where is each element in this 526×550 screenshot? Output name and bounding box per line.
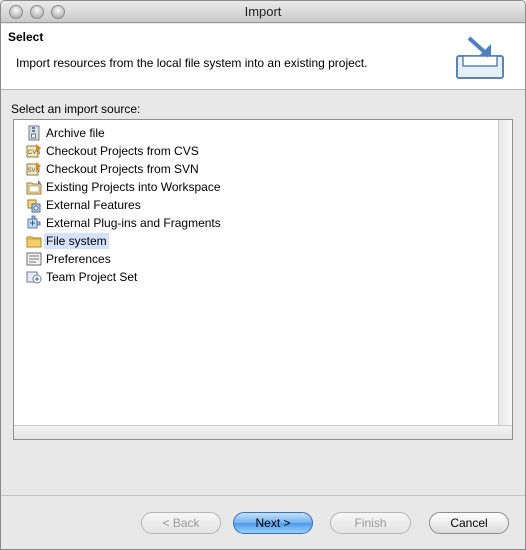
page-title: Select xyxy=(8,30,44,44)
import-source-tree[interactable]: Archive file CVS Checkout Projects from CV… xyxy=(13,119,513,440)
back-button[interactable]: < Back xyxy=(141,512,221,534)
title-bar: Import xyxy=(1,1,525,23)
import-source-label: Team Project Set xyxy=(46,270,138,284)
folder-icon xyxy=(26,233,42,249)
wizard-header: Select Import resources from the local f… xyxy=(1,24,525,90)
import-source-label: File system xyxy=(44,233,109,249)
plugin-icon xyxy=(26,215,42,231)
import-source-item[interactable]: Archive file xyxy=(26,124,107,142)
cvs-icon: CVS xyxy=(26,143,42,159)
page-description: Import resources from the local file sys… xyxy=(16,56,368,70)
import-source-item[interactable]: External Features xyxy=(26,196,143,214)
import-source-label: Checkout Projects from SVN xyxy=(46,162,199,176)
svg-text:CVS: CVS xyxy=(28,150,40,156)
import-source-label: Existing Projects into Workspace xyxy=(46,180,221,194)
finish-button[interactable]: Finish xyxy=(330,512,411,534)
import-wizard-icon xyxy=(456,36,504,79)
svg-text:SVN: SVN xyxy=(28,168,40,174)
import-source-item[interactable]: File system xyxy=(26,232,109,250)
import-source-item[interactable]: SVN Checkout Projects from SVN xyxy=(26,160,201,178)
footer-divider xyxy=(1,495,525,496)
import-source-label: Checkout Projects from CVS xyxy=(46,144,199,158)
cancel-button[interactable]: Cancel xyxy=(429,512,509,534)
import-source-item[interactable]: Team Project Set xyxy=(26,268,139,286)
import-source-item[interactable]: External Plug-ins and Fragments xyxy=(26,214,223,232)
preferences-icon xyxy=(26,251,42,267)
window-title: Import xyxy=(244,4,282,19)
import-source-label: External Features xyxy=(46,198,141,212)
import-source-item[interactable]: Preferences xyxy=(26,250,113,268)
team-icon xyxy=(26,269,42,285)
svn-icon: SVN xyxy=(26,161,42,177)
archive-icon xyxy=(26,125,42,141)
import-source-item[interactable]: CVS Checkout Projects from CVS xyxy=(26,142,201,160)
feature-icon xyxy=(26,197,42,213)
next-button[interactable]: Next > xyxy=(233,512,313,534)
project-icon xyxy=(26,179,42,195)
import-source-label: Preferences xyxy=(46,252,111,266)
import-source-label: Archive file xyxy=(46,126,105,140)
import-source-label: Select an import source: xyxy=(11,102,141,116)
import-dialog: Import Select Import resources from the … xyxy=(0,0,526,550)
vertical-scrollbar[interactable] xyxy=(498,120,512,425)
import-source-item[interactable]: Existing Projects into Workspace xyxy=(26,178,223,196)
tree-items: Archive file CVS Checkout Projects from CV… xyxy=(14,120,499,425)
import-source-label: External Plug-ins and Fragments xyxy=(46,216,221,230)
horizontal-scrollbar[interactable] xyxy=(14,425,512,439)
